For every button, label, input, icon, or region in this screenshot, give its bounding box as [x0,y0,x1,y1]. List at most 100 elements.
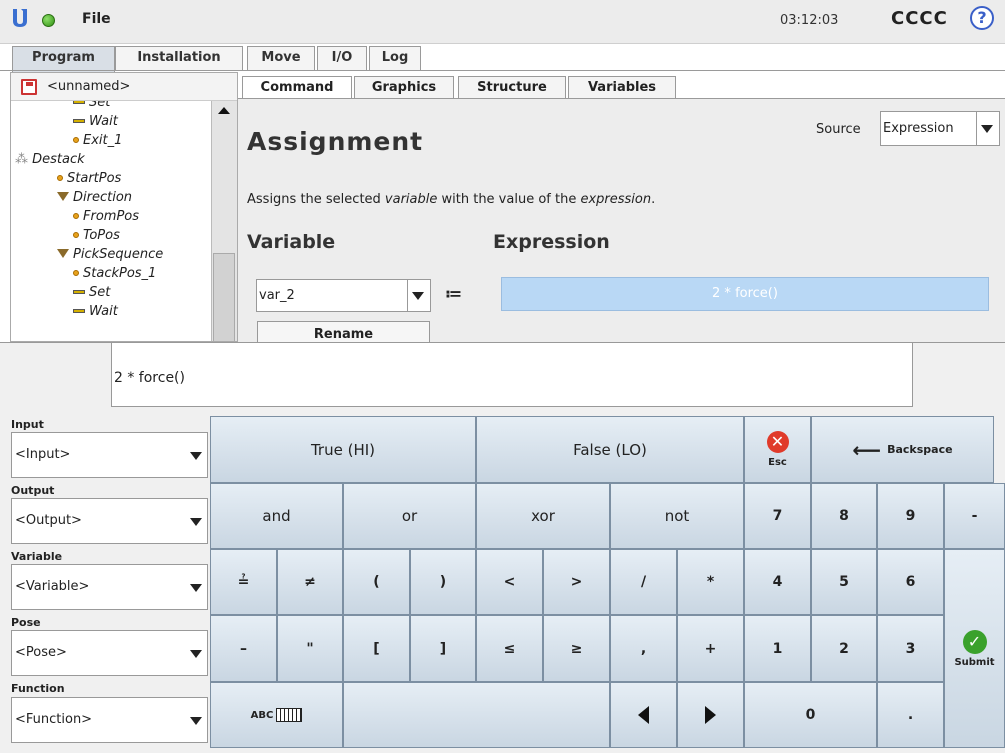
lparen-key[interactable]: ( [343,549,410,615]
save-icon[interactable] [21,79,37,95]
minus-sign-key[interactable]: – [210,615,277,682]
help-icon[interactable]: ? [970,6,994,30]
xor-key[interactable]: xor [476,483,610,549]
tree-item[interactable]: StackPos_1 [73,266,156,284]
expression-field[interactable]: 2 * force() [501,277,989,311]
variable-category-select[interactable]: <Variable> [11,564,208,610]
function-select[interactable]: <Function> [11,697,208,743]
input-select[interactable]: <Input> [11,432,208,478]
rparen-key[interactable]: ) [410,549,476,615]
less-equal-key[interactable]: ≤ [476,615,543,682]
key-7[interactable]: 7 [744,483,811,549]
program-tree[interactable]: Set Wait Exit_1 ⁂ Destack StartPos Direc… [11,101,211,341]
tree-item[interactable]: Set [73,101,110,113]
or-key[interactable]: or [343,483,476,549]
tab-io[interactable]: I/O [317,46,367,70]
tab-graphics[interactable]: Graphics [354,76,454,99]
false-key[interactable]: False (LO) [476,416,744,483]
tree-item[interactable]: FromPos [73,209,139,227]
tree-item[interactable]: Direction [57,190,132,208]
keyboard-icon [276,708,303,722]
close-icon: ✕ [766,431,789,453]
abc-keyboard-button[interactable]: ABC [210,682,343,748]
and-key[interactable]: and [210,483,343,549]
greater-than-key[interactable]: > [543,549,610,615]
multiply-key[interactable]: * [677,549,744,615]
equals-key[interactable]: ≟ [210,549,277,615]
function-label: Function [11,682,65,695]
wait-icon [73,119,85,123]
user-label[interactable]: CCCC [891,8,948,29]
backspace-button[interactable]: ⟵ Backspace [811,416,994,483]
submit-button[interactable]: ✓ Submit [944,549,1005,748]
key-2[interactable]: 2 [811,615,877,682]
greater-equal-key[interactable]: ≥ [543,615,610,682]
minus-key[interactable]: - [944,483,1005,549]
esc-button[interactable]: ✕ Esc [744,416,811,483]
tab-program[interactable]: Program [12,46,115,72]
expression-input[interactable]: 2 * force() [111,342,913,407]
tree-item[interactable]: ToPos [73,228,120,246]
output-label: Output [11,484,55,497]
source-select[interactable]: Expression [880,111,1000,146]
comma-key[interactable]: , [610,615,677,682]
key-4[interactable]: 4 [744,549,811,615]
key-3[interactable]: 3 [877,615,944,682]
pose-label: Pose [11,616,41,629]
rename-button[interactable]: Rename [257,321,430,342]
output-select[interactable]: <Output> [11,498,208,544]
plus-key[interactable]: + [677,615,744,682]
file-menu[interactable]: File [82,11,111,27]
direction-icon [57,192,69,201]
checkmark-icon: ✓ [962,629,987,654]
space-key[interactable] [343,682,610,748]
tab-move[interactable]: Move [247,46,315,70]
top-bar [0,0,1005,44]
key-1[interactable]: 1 [744,615,811,682]
chevron-down-icon [981,125,993,133]
pose-select[interactable]: <Pose> [11,630,208,676]
waypoint-icon [57,175,63,181]
divide-key[interactable]: / [610,549,677,615]
tab-log[interactable]: Log [369,46,421,70]
clock: 03:12:03 [780,13,839,28]
rbracket-key[interactable]: ] [410,615,476,682]
tab-structure[interactable]: Structure [458,76,566,99]
key-6[interactable]: 6 [877,549,944,615]
key-0[interactable]: 0 [744,682,877,748]
tree-item[interactable]: Exit_1 [73,133,122,151]
key-8[interactable]: 8 [811,483,877,549]
source-label: Source [816,122,861,137]
waypoint-icon [73,137,79,143]
lbracket-key[interactable]: [ [343,615,410,682]
not-key[interactable]: not [610,483,744,549]
decimal-key[interactable]: . [877,682,944,748]
less-than-key[interactable]: < [476,549,543,615]
tree-item[interactable]: ⁂ Destack [15,152,85,170]
arrow-left-icon: ⟵ [852,437,882,462]
key-9[interactable]: 9 [877,483,944,549]
tree-item[interactable]: StartPos [57,171,121,189]
variable-label: Variable [11,550,63,563]
key-5[interactable]: 5 [811,549,877,615]
true-key[interactable]: True (HI) [210,416,476,483]
tree-item[interactable]: PickSequence [57,247,163,265]
tab-command[interactable]: Command [242,76,352,99]
waypoint-icon [73,213,79,219]
tab-divider [0,70,1005,71]
scroll-up-icon[interactable] [218,107,230,114]
scroll-thumb[interactable] [213,253,235,341]
quote-key[interactable]: " [277,615,343,682]
tab-variables[interactable]: Variables [568,76,676,99]
set-icon [73,101,85,104]
tree-item[interactable]: Wait [73,114,118,132]
variable-select[interactable]: var_2 [256,279,431,312]
waypoint-icon [73,232,79,238]
tree-item[interactable]: Wait [73,304,118,322]
cursor-right-button[interactable] [677,682,744,748]
tree-item[interactable]: Set [73,285,110,303]
cursor-left-button[interactable] [610,682,677,748]
tab-installation[interactable]: Installation [115,46,243,70]
chevron-down-icon [190,717,202,725]
not-equals-key[interactable]: ≠ [277,549,343,615]
